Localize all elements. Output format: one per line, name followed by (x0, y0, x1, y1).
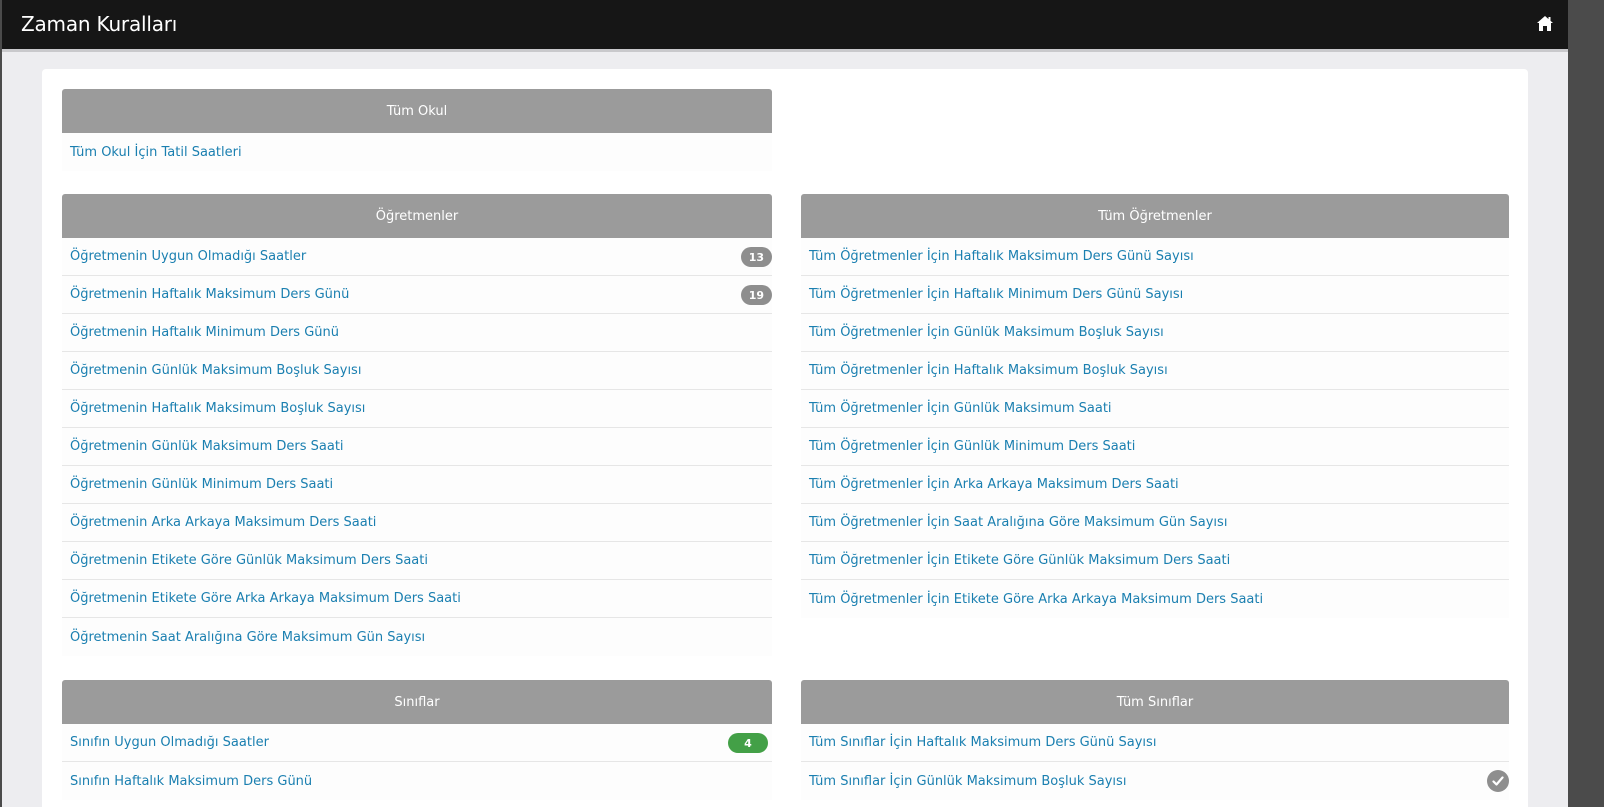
list-item: Öğretmenin Saat Aralığına Göre Maksimum … (62, 618, 772, 656)
count-badge: 19 (740, 285, 772, 305)
section-header-tum-ogretmenler: Tüm Öğretmenler (801, 194, 1509, 238)
rule-link[interactable]: Öğretmenin Haftalık Maksimum Boşluk Sayı… (70, 401, 365, 416)
rule-link[interactable]: Tüm Öğretmenler İçin Etikete Göre Günlük… (809, 553, 1230, 568)
section-body-tum-okul: Tüm Okul İçin Tatil Saatleri (62, 133, 772, 171)
list-item: Tüm Öğretmenler İçin Günlük Minimum Ders… (801, 428, 1509, 466)
list-item: Öğretmenin Etikete Göre Arka Arkaya Maks… (62, 580, 772, 618)
rule-link[interactable]: Tüm Sınıflar İçin Günlük Maksimum Boşluk… (809, 774, 1126, 789)
section-tum-siniflar: Tüm Sınıflar Tüm Sınıflar İçin Haftalık … (801, 680, 1509, 800)
list-item: Öğretmenin Etikete Göre Günlük Maksimum … (62, 542, 772, 580)
section-header-tum-okul: Tüm Okul (62, 89, 772, 133)
top-bar: Zaman Kuralları (2, 0, 1568, 52)
rule-link[interactable]: Tüm Öğretmenler İçin Arka Arkaya Maksimu… (809, 477, 1179, 492)
list-item: Öğretmenin Arka Arkaya Maksimum Ders Saa… (62, 504, 772, 542)
list-item: Tüm Sınıflar İçin Haftalık Maksimum Ders… (801, 724, 1509, 762)
section-ogretmenler: Öğretmenler Öğretmenin Uygun Olmadığı Sa… (62, 194, 772, 656)
list-item: Tüm Okul İçin Tatil Saatleri (62, 133, 772, 171)
rule-link[interactable]: Tüm Öğretmenler İçin Haftalık Maksimum D… (809, 249, 1194, 264)
section-header-tum-siniflar: Tüm Sınıflar (801, 680, 1509, 724)
list-item: Tüm Öğretmenler İçin Etikete Göre Günlük… (801, 542, 1509, 580)
rule-link[interactable]: Öğretmenin Arka Arkaya Maksimum Ders Saa… (70, 515, 376, 530)
rule-link[interactable]: Tüm Öğretmenler İçin Haftalık Minimum De… (809, 287, 1183, 302)
list-item: Öğretmenin Haftalık Minimum Ders Günü (62, 314, 772, 352)
list-item: Öğretmenin Günlük Maksimum Ders Saati (62, 428, 772, 466)
check-circle-icon (1487, 770, 1509, 792)
rule-link[interactable]: Tüm Öğretmenler İçin Günlük Maksimum Boş… (809, 325, 1164, 340)
list-item: Sınıfın Uygun Olmadığı Saatler 4 (62, 724, 772, 762)
rule-link[interactable]: Tüm Öğretmenler İçin Haftalık Maksimum B… (809, 363, 1168, 378)
section-tum-okul: Tüm Okul Tüm Okul İçin Tatil Saatleri (62, 89, 772, 171)
rule-link[interactable]: Öğretmenin Etikete Göre Arka Arkaya Maks… (70, 591, 461, 606)
section-body-siniflar: Sınıfın Uygun Olmadığı Saatler 4 Sınıfın… (62, 724, 772, 800)
home-button[interactable] (1536, 15, 1554, 33)
rule-link[interactable]: Öğretmenin Uygun Olmadığı Saatler (70, 249, 306, 264)
list-item: Tüm Sınıflar İçin Günlük Maksimum Boşluk… (801, 762, 1509, 800)
section-body-tum-ogretmenler: Tüm Öğretmenler İçin Haftalık Maksimum D… (801, 238, 1509, 618)
rule-link[interactable]: Tüm Sınıflar İçin Haftalık Maksimum Ders… (809, 735, 1156, 750)
list-item: Tüm Öğretmenler İçin Haftalık Maksimum B… (801, 352, 1509, 390)
count-badge: 13 (740, 247, 772, 267)
list-item: Tüm Öğretmenler İçin Etikete Göre Arka A… (801, 580, 1509, 618)
list-item: Tüm Öğretmenler İçin Günlük Maksimum Saa… (801, 390, 1509, 428)
rule-link[interactable]: Öğretmenin Haftalık Minimum Ders Günü (70, 325, 339, 340)
rule-link[interactable]: Tüm Öğretmenler İçin Etikete Göre Arka A… (809, 592, 1263, 607)
rule-link[interactable]: Öğretmenin Saat Aralığına Göre Maksimum … (70, 630, 425, 645)
list-item: Öğretmenin Günlük Maksimum Boşluk Sayısı (62, 352, 772, 390)
rule-link[interactable]: Tüm Öğretmenler İçin Günlük Maksimum Saa… (809, 401, 1112, 416)
rule-link[interactable]: Öğretmenin Haftalık Maksimum Ders Günü (70, 287, 349, 302)
rule-link[interactable]: Öğretmenin Günlük Maksimum Boşluk Sayısı (70, 363, 361, 378)
rule-link[interactable]: Öğretmenin Etikete Göre Günlük Maksimum … (70, 553, 428, 568)
rule-link[interactable]: Sınıfın Uygun Olmadığı Saatler (70, 735, 269, 750)
list-item: Tüm Öğretmenler İçin Günlük Maksimum Boş… (801, 314, 1509, 352)
rule-link[interactable]: Tüm Okul İçin Tatil Saatleri (70, 145, 242, 160)
rule-link[interactable]: Tüm Öğretmenler İçin Saat Aralığına Göre… (809, 515, 1227, 530)
section-siniflar: Sınıflar Sınıfın Uygun Olmadığı Saatler … (62, 680, 772, 800)
list-item: Öğretmenin Günlük Minimum Ders Saati (62, 466, 772, 504)
list-item: Sınıfın Haftalık Maksimum Ders Günü (62, 762, 772, 800)
list-item: Öğretmenin Haftalık Maksimum Ders Günü 1… (62, 276, 772, 314)
section-header-siniflar: Sınıflar (62, 680, 772, 724)
list-item: Tüm Öğretmenler İçin Arka Arkaya Maksimu… (801, 466, 1509, 504)
section-header-ogretmenler: Öğretmenler (62, 194, 772, 238)
section-body-ogretmenler: Öğretmenin Uygun Olmadığı Saatler 13 Öğr… (62, 238, 772, 656)
count-badge: 4 (728, 733, 768, 753)
list-item: Tüm Öğretmenler İçin Haftalık Maksimum D… (801, 238, 1509, 276)
rules-panel: Tüm Okul Tüm Okul İçin Tatil Saatleri Öğ… (42, 69, 1528, 807)
rule-link[interactable]: Tüm Öğretmenler İçin Günlük Minimum Ders… (809, 439, 1135, 454)
rule-link[interactable]: Sınıfın Haftalık Maksimum Ders Günü (70, 774, 312, 789)
list-item: Öğretmenin Haftalık Maksimum Boşluk Sayı… (62, 390, 772, 428)
list-item: Öğretmenin Uygun Olmadığı Saatler 13 (62, 238, 772, 276)
rule-link[interactable]: Öğretmenin Günlük Minimum Ders Saati (70, 477, 333, 492)
page-title: Zaman Kuralları (21, 12, 178, 36)
home-icon (1537, 16, 1553, 31)
section-tum-ogretmenler: Tüm Öğretmenler Tüm Öğretmenler İçin Haf… (801, 194, 1509, 618)
section-body-tum-siniflar: Tüm Sınıflar İçin Haftalık Maksimum Ders… (801, 724, 1509, 800)
app-window: Zaman Kuralları Tüm Okul Tüm Okul İçin T… (2, 0, 1568, 807)
rule-link[interactable]: Öğretmenin Günlük Maksimum Ders Saati (70, 439, 344, 454)
list-item: Tüm Öğretmenler İçin Haftalık Minimum De… (801, 276, 1509, 314)
list-item: Tüm Öğretmenler İçin Saat Aralığına Göre… (801, 504, 1509, 542)
